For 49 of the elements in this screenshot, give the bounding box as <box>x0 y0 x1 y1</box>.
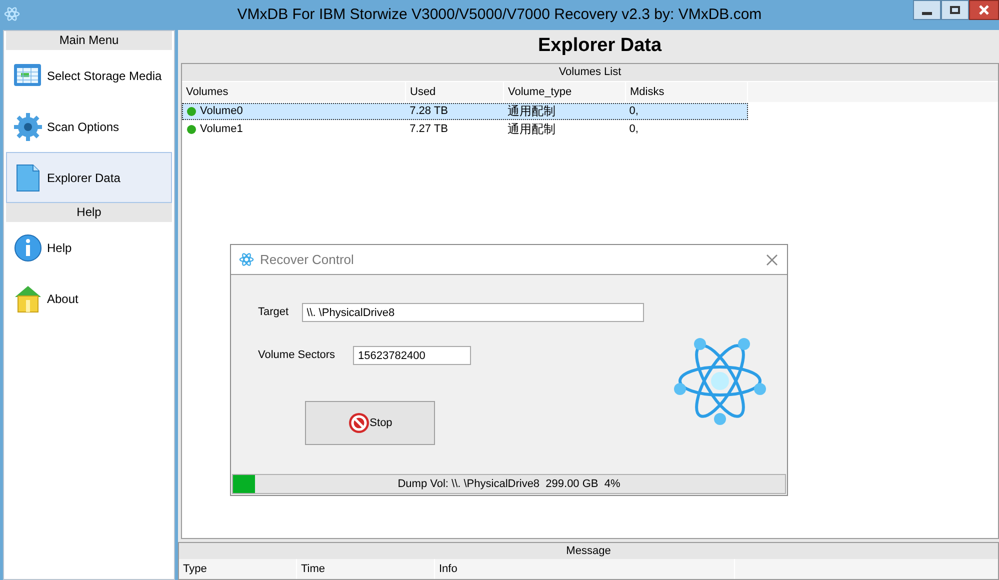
table-cell: 0, <box>629 104 638 119</box>
sidebar-item[interactable]: Explorer Data <box>6 152 172 203</box>
table-row[interactable]: Volume1 7.27 TB 通用配制 0, <box>182 120 748 138</box>
section-header: Help <box>6 203 172 222</box>
panel-header: Message <box>179 543 998 559</box>
maximize-icon <box>950 6 960 14</box>
atom-icon <box>239 252 254 267</box>
column-header[interactable]: Volume_type <box>504 82 626 102</box>
table-cell: 通用配制 <box>507 122 556 137</box>
sidebar-item[interactable]: Help <box>6 222 172 273</box>
field-label: Target <box>258 305 289 320</box>
panel-header: Volumes List <box>182 64 998 81</box>
progress-text: Dump Vol: \\. \PhysicalDrive8 299.00 GB 4% <box>398 476 620 492</box>
minimize-icon <box>922 12 932 14</box>
field-label: Volume Sectors <box>258 348 336 364</box>
info-icon <box>13 232 43 262</box>
table-row[interactable]: Volume0 7.28 TB 通用配制 0, <box>182 102 748 120</box>
dialog-title: Recover Control <box>260 250 355 269</box>
gear-icon <box>13 112 43 142</box>
stop-icon <box>348 412 370 434</box>
table-cell: 7.27 TB <box>410 122 448 137</box>
maximize-button[interactable] <box>941 0 969 20</box>
column-header[interactable]: Type <box>179 559 297 579</box>
column-header[interactable]: Volumes <box>182 82 406 102</box>
table-cell: Volume1 <box>200 122 243 137</box>
table-cell: 0, <box>629 122 638 137</box>
sidebar-item[interactable]: Select Storage Media <box>6 50 172 101</box>
target-field[interactable]: \\. \PhysicalDrive8 <box>302 303 644 322</box>
minimize-button[interactable] <box>913 0 941 20</box>
column-header[interactable]: Used <box>406 82 504 102</box>
sidebar-item[interactable]: About <box>6 273 172 324</box>
stop-button[interactable]: Stop <box>305 401 435 445</box>
house-icon <box>13 284 43 314</box>
table-cell: Volume0 <box>200 104 243 119</box>
window-title: VMxDB For IBM Storwize V3000/V5000/V7000 Recovery v2.3 by: VMxDB.com <box>237 4 762 25</box>
sectors-field[interactable]: 15623782400 <box>353 346 472 365</box>
close-icon <box>979 5 989 15</box>
close-icon[interactable] <box>765 252 779 266</box>
close-button[interactable] <box>969 0 999 20</box>
atom-icon <box>674 335 766 427</box>
app-icon <box>4 6 20 22</box>
column-header[interactable]: Time <box>297 559 435 579</box>
page-title: Explorer Data <box>537 34 663 58</box>
table-cell: 通用配制 <box>507 104 556 119</box>
table-cell: 7.28 TB <box>410 104 448 119</box>
section-header: Main Menu <box>6 31 172 50</box>
column-header[interactable]: Info <box>435 559 735 579</box>
column-header[interactable]: Mdisks <box>626 82 748 102</box>
sidebar-item[interactable]: Scan Options <box>6 101 172 152</box>
